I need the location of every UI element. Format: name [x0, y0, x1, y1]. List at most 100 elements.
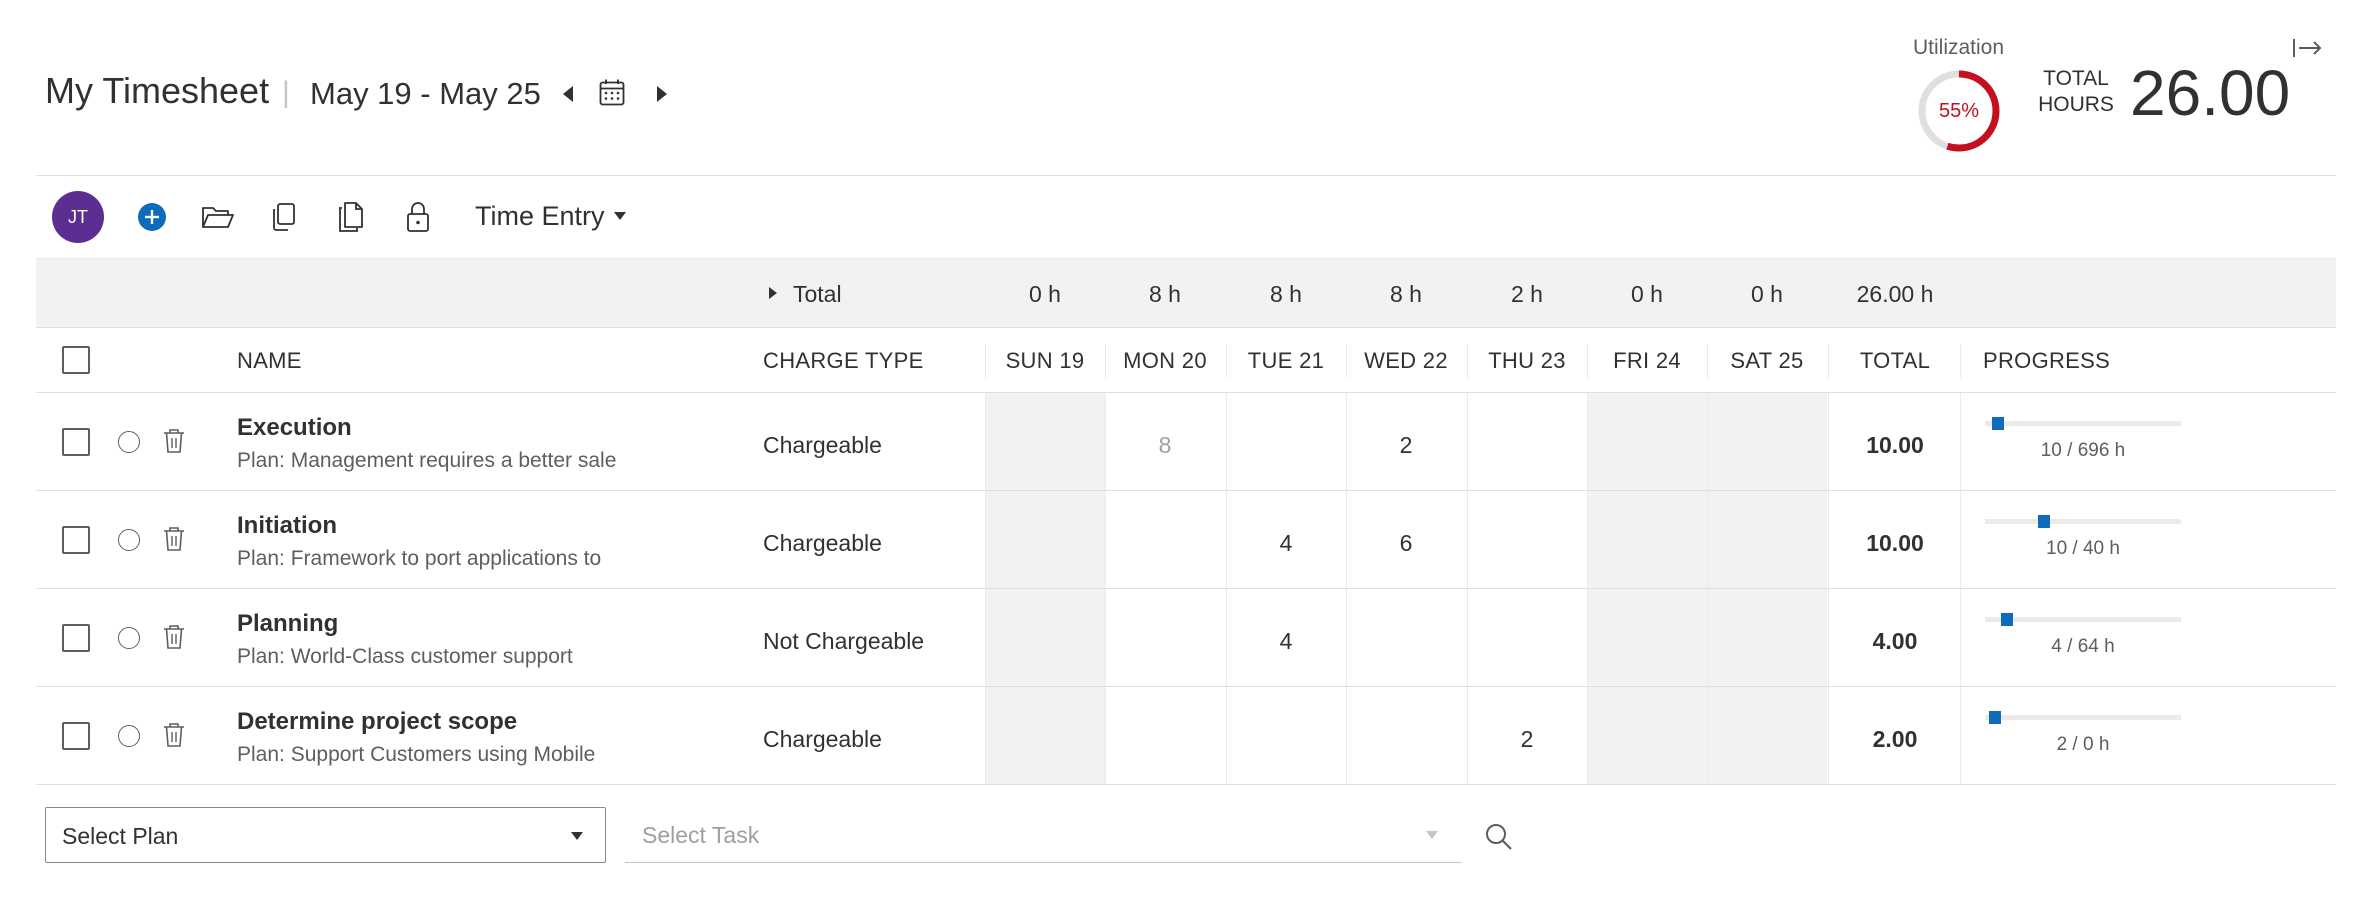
progress-bar: [1985, 711, 2181, 724]
exit-panel-icon[interactable]: [2292, 36, 2324, 60]
view-selector[interactable]: Time Entry: [475, 201, 605, 232]
hours-cell-thu[interactable]: 2: [1467, 726, 1587, 753]
cell-divider: [1828, 589, 1829, 686]
cell-divider: [1105, 687, 1106, 784]
task-name[interactable]: Execution: [237, 414, 352, 442]
column-header-charge-type[interactable]: CHARGE TYPE: [763, 348, 924, 374]
cell-divider: [1960, 589, 1961, 686]
column-header-sun: SUN 19: [1005, 348, 1085, 373]
header-divider: [36, 175, 2336, 176]
delete-icon[interactable]: [162, 526, 186, 552]
weekend-cell-sun: [985, 687, 1105, 784]
weekend-cell-sun: [985, 589, 1105, 686]
day-total-sun: 0 h: [1029, 281, 1061, 307]
task-name[interactable]: Planning: [237, 610, 338, 638]
day-total-thu: 2 h: [1511, 281, 1543, 307]
cell-divider: [1960, 393, 1961, 490]
column-header-name[interactable]: NAME: [237, 348, 302, 374]
cell-divider: [1828, 491, 1829, 588]
lock-icon[interactable]: [400, 200, 436, 234]
row-radio[interactable]: [118, 725, 140, 747]
day-total-wed: 8 h: [1390, 281, 1422, 307]
column-header-total[interactable]: TOTAL: [1830, 348, 1960, 374]
grand-total: 26.00 h: [1856, 281, 1934, 307]
cell-divider: [1587, 589, 1588, 686]
select-plan-dropdown[interactable]: Select Plan: [45, 807, 606, 863]
date-range: May 19 - May 25: [310, 76, 541, 111]
weekend-cell-sun: [985, 491, 1105, 588]
total-hours-label-line1: TOTAL: [2043, 67, 2109, 90]
copy-icon[interactable]: [266, 200, 302, 234]
progress-indicator: [2001, 613, 2014, 626]
cell-divider: [1467, 393, 1468, 490]
row-checkbox[interactable]: [62, 526, 90, 554]
delete-icon[interactable]: [162, 722, 186, 748]
calendar-icon[interactable]: [598, 78, 626, 108]
hours-cell-tue[interactable]: 4: [1226, 628, 1346, 655]
delete-icon[interactable]: [162, 624, 186, 650]
column-header-mon: MON 20: [1123, 348, 1207, 373]
task-name[interactable]: Determine project scope: [237, 708, 517, 736]
progress-bar: [1985, 417, 2181, 430]
utilization-label: Utilization: [1913, 36, 2005, 59]
cell-divider: [1707, 589, 1708, 686]
column-header-thu: THU 23: [1488, 348, 1566, 373]
page-title: My Timesheet: [45, 70, 270, 111]
cell-divider: [1346, 589, 1347, 686]
charge-type[interactable]: Not Chargeable: [763, 628, 924, 655]
cell-divider: [1707, 687, 1708, 784]
cell-divider: [1467, 589, 1468, 686]
row-radio[interactable]: [118, 431, 140, 453]
weekend-cell-sat: [1707, 393, 1827, 490]
progress-indicator: [1991, 417, 2004, 430]
cell-divider: [985, 491, 986, 588]
open-folder-icon[interactable]: [200, 200, 236, 234]
title-separator: |: [282, 76, 290, 109]
task-name[interactable]: Initiation: [237, 512, 337, 540]
weekend-cell-fri: [1587, 589, 1707, 686]
select-plan-label: Select Plan: [62, 823, 179, 849]
row-checkbox[interactable]: [62, 624, 90, 652]
cell-divider: [1587, 687, 1588, 784]
progress-text: 10 / 696 h: [2040, 440, 2126, 461]
row-radio[interactable]: [118, 627, 140, 649]
weekend-cell-sat: [1707, 687, 1827, 784]
cell-divider: [1226, 393, 1227, 490]
row-radio[interactable]: [118, 529, 140, 551]
weekend-cell-sat: [1707, 491, 1827, 588]
day-total-sat: 0 h: [1751, 281, 1783, 307]
weekend-cell-fri: [1587, 491, 1707, 588]
add-icon[interactable]: [134, 200, 170, 234]
hours-cell-tue[interactable]: 4: [1226, 530, 1346, 557]
search-icon[interactable]: [1484, 822, 1514, 852]
row-total: 2.00: [1872, 726, 1918, 752]
cell-divider: [1828, 393, 1829, 490]
chevron-down-icon[interactable]: [612, 210, 628, 222]
charge-type[interactable]: Chargeable: [763, 432, 882, 459]
cell-divider: [985, 589, 986, 686]
row-checkbox[interactable]: [62, 722, 90, 750]
charge-type[interactable]: Chargeable: [763, 726, 882, 753]
hours-cell-wed[interactable]: 6: [1346, 530, 1466, 557]
row-total: 10.00: [1866, 432, 1924, 458]
select-all-checkbox[interactable]: [62, 346, 90, 374]
cell-divider: [1346, 687, 1347, 784]
expand-caret-icon[interactable]: [768, 286, 778, 300]
hours-cell-mon[interactable]: 8: [1105, 432, 1225, 459]
avatar[interactable]: JT: [52, 191, 104, 243]
select-task-placeholder: Select Task: [642, 822, 760, 848]
task-plan: Plan: Management requires a better sale: [237, 449, 617, 472]
caret-right-icon[interactable]: [651, 80, 673, 108]
column-header-progress: PROGRESS: [1983, 348, 2111, 373]
caret-left-icon[interactable]: [557, 80, 579, 108]
row-checkbox[interactable]: [62, 428, 90, 456]
weekend-cell-fri: [1587, 393, 1707, 490]
day-total-tue: 8 h: [1270, 281, 1302, 307]
select-task-dropdown[interactable]: Select Task: [625, 807, 1462, 863]
delete-icon[interactable]: [162, 428, 186, 454]
chevron-down-icon: [571, 832, 583, 840]
charge-type[interactable]: Chargeable: [763, 530, 882, 557]
paste-icon[interactable]: [333, 200, 369, 234]
total-hours-label-line2: HOURS: [2038, 93, 2114, 116]
hours-cell-wed[interactable]: 2: [1346, 432, 1466, 459]
